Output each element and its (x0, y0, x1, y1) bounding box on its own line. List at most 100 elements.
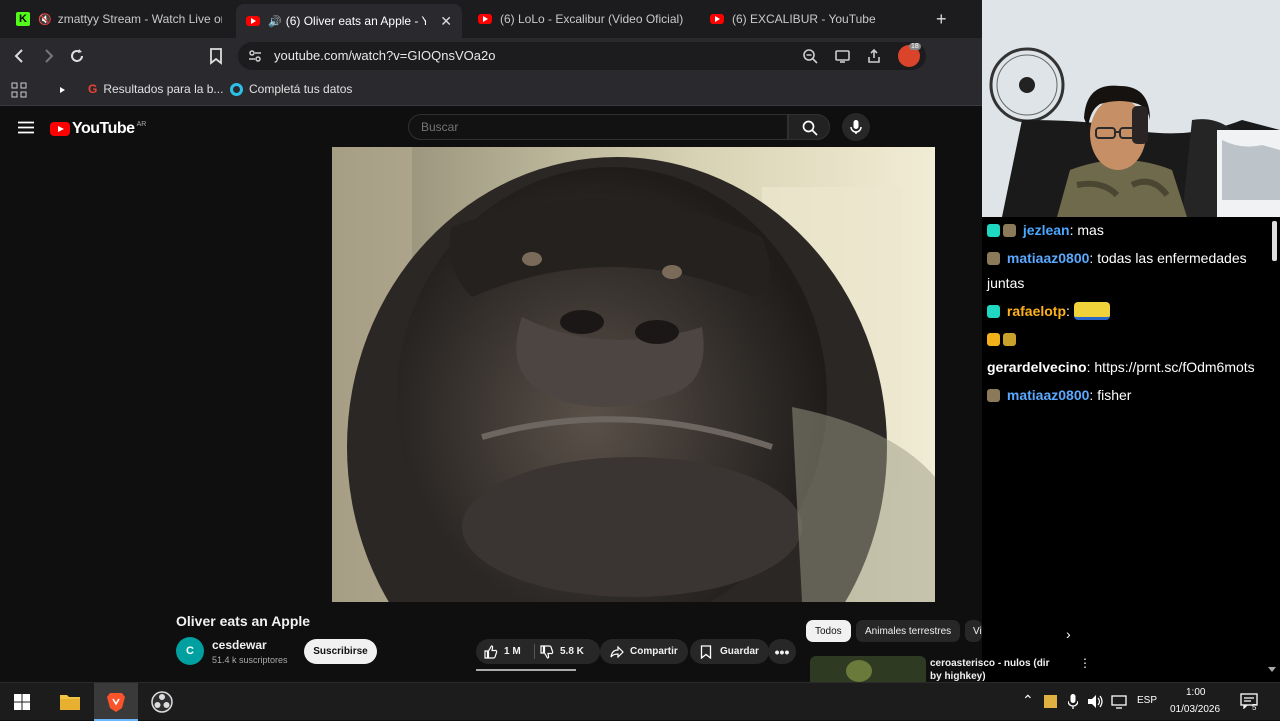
search-input[interactable] (421, 120, 771, 134)
thumbs-down-icon (540, 644, 554, 659)
windows-taskbar: ⌃ ESP 1:00 01/03/2026 5 (0, 682, 1280, 721)
browser-window: K 🔇 zmattyy Stream - Watch Live on K 🔊 (… (0, 0, 982, 682)
save-label: Guardar (720, 646, 759, 657)
channel-name[interactable]: cesdewar (212, 638, 267, 652)
subscriber-count: 51.4 k suscriptores (212, 655, 288, 665)
muted-icon: 🔇 (38, 13, 52, 26)
youtube-favicon-icon (478, 14, 492, 24)
chat-username[interactable]: jezlean (1023, 222, 1070, 238)
back-icon[interactable] (12, 48, 28, 64)
video-player[interactable] (332, 147, 935, 602)
chat-username[interactable]: matiaaz0800 (1007, 387, 1090, 403)
network-icon[interactable] (1111, 694, 1127, 709)
recommended-title[interactable]: ceroasterisco - nulos (dir by highkey) (930, 657, 1060, 683)
chat-text: mas (1077, 222, 1104, 238)
chevron-right-icon[interactable]: › (1066, 626, 1071, 642)
search-button[interactable] (788, 114, 830, 140)
voice-search-button[interactable] (842, 113, 870, 141)
crown-badge-icon (987, 333, 1000, 346)
scroll-down-arrow-icon[interactable] (1268, 667, 1276, 672)
bookmark-google-results[interactable]: G Resultados para la b... (88, 82, 223, 96)
subscribe-button[interactable]: Suscribirse (304, 639, 377, 664)
tab-bar: K 🔇 zmattyy Stream - Watch Live on K 🔊 (… (0, 0, 982, 38)
thumbs-up-icon (484, 644, 498, 659)
chat-username[interactable]: rafaelotp (1007, 303, 1066, 319)
like-ratio-bar (476, 669, 576, 671)
tab-label: (6) Oliver eats an Apple - You (285, 14, 426, 28)
recommended-thumbnail[interactable] (810, 656, 926, 682)
obs-icon[interactable] (151, 691, 173, 713)
tab-label: (6) EXCALIBUR - YouTube (732, 12, 876, 26)
emote-icon (1073, 302, 1110, 320)
tray-microphone-icon[interactable] (1068, 694, 1078, 709)
chip-animales-terrestres[interactable]: Animales terrestres (856, 620, 961, 642)
new-tab-icon[interactable]: + (936, 9, 947, 30)
tab-label: zmattyy Stream - Watch Live on K (57, 12, 222, 26)
site-settings-icon[interactable] (248, 49, 262, 63)
bookmark-complete-data[interactable]: Completá tus datos (230, 82, 352, 96)
gift-badge-icon (987, 389, 1000, 402)
search-icon (802, 120, 818, 136)
like-button[interactable]: 1 M (476, 639, 534, 664)
video-title: Oliver eats an Apple (176, 613, 311, 629)
sub-badge-icon (987, 305, 1000, 318)
sub-badge-icon (987, 224, 1000, 237)
channel-avatar[interactable]: C (176, 637, 204, 665)
search-box[interactable] (408, 114, 788, 140)
apps-grid-icon[interactable] (11, 82, 27, 98)
tab-excalibur[interactable]: (6) EXCALIBUR - YouTube (700, 4, 926, 34)
file-explorer-icon[interactable] (60, 693, 80, 710)
navigation-bar: youtube.com/watch?v=GIOQnsVOa2o 18 (0, 38, 982, 74)
chat-scrollbar[interactable] (1272, 221, 1277, 261)
zoom-icon[interactable] (802, 48, 818, 64)
streamer-webcam-frame (982, 0, 1280, 217)
chip-videos-relacionados[interactable]: Videos relacionad (965, 620, 982, 642)
volume-icon[interactable] (1088, 694, 1104, 709)
windows-start-icon[interactable] (14, 694, 30, 710)
chat-message: rafaelotp: (987, 302, 1110, 320)
more-vertical-icon[interactable]: ⋮ (1079, 656, 1091, 670)
share-icon[interactable] (866, 48, 882, 64)
tray-app-icon[interactable] (1044, 695, 1057, 708)
gift-badge-icon (987, 252, 1000, 265)
tray-chevron-up-icon[interactable]: ⌃ (1022, 692, 1034, 709)
tab-oliver-video[interactable]: 🔊 (6) Oliver eats an Apple - You ✕ (236, 4, 462, 38)
chat-message: jezlean: mas (987, 221, 1104, 239)
chat-username[interactable]: matiaaz0800 (1007, 250, 1090, 266)
hamburger-menu-icon[interactable] (18, 121, 34, 134)
notifications-count: 5 (1252, 703, 1257, 712)
chat-message: matiaaz0800: fisher (987, 386, 1131, 404)
close-tab-icon[interactable]: ✕ (440, 13, 452, 30)
input-language[interactable]: ESP (1137, 695, 1157, 706)
save-button[interactable]: Guardar (690, 639, 769, 664)
google-icon: G (88, 82, 98, 96)
youtube-favicon-icon (246, 16, 260, 26)
youtube-favicon-icon (710, 14, 724, 24)
clock-date[interactable]: 01/03/2026 (1170, 704, 1220, 715)
chat-username[interactable]: gerardelvecino (987, 359, 1087, 375)
chat-message: gerardelvecino: https://prnt.sc/fOdm6mot… (987, 359, 1255, 375)
bookmark-label: Completá tus datos (249, 82, 353, 96)
youtube-logo[interactable]: YouTube AR (50, 120, 146, 138)
reload-icon[interactable] (68, 47, 86, 65)
brave-taskbar-button[interactable] (94, 683, 138, 721)
dislike-button[interactable]: 5.8 K (536, 639, 600, 664)
tab-kick-stream[interactable]: K 🔇 zmattyy Stream - Watch Live on K (6, 4, 232, 34)
chip-todos[interactable]: Todos (806, 620, 851, 642)
cast-icon[interactable] (834, 48, 852, 64)
chat-text[interactable]: https://prnt.sc/fOdm6mots (1094, 359, 1254, 375)
bookmark-icon[interactable] (208, 47, 224, 65)
url-text: youtube.com/watch?v=GIOQnsVOa2o (274, 48, 496, 63)
share-arrow-icon (610, 645, 624, 658)
more-horizontal-icon: ••• (774, 643, 790, 660)
share-button[interactable]: Compartir (600, 639, 688, 664)
address-bar[interactable]: youtube.com/watch?v=GIOQnsVOa2o 18 (238, 42, 926, 70)
more-actions-button[interactable]: ••• (768, 639, 796, 664)
clock-time[interactable]: 1:00 (1186, 687, 1205, 698)
brave-shields-icon[interactable]: 18 (898, 43, 921, 67)
brave-browser-icon (107, 693, 125, 712)
gift-badge-icon (1003, 333, 1016, 346)
webcam-overlay (982, 0, 1280, 217)
tab-lolo-video[interactable]: (6) LoLo - Excalibur (Video Oficial) - Y (468, 4, 694, 34)
forward-icon[interactable] (40, 48, 56, 64)
